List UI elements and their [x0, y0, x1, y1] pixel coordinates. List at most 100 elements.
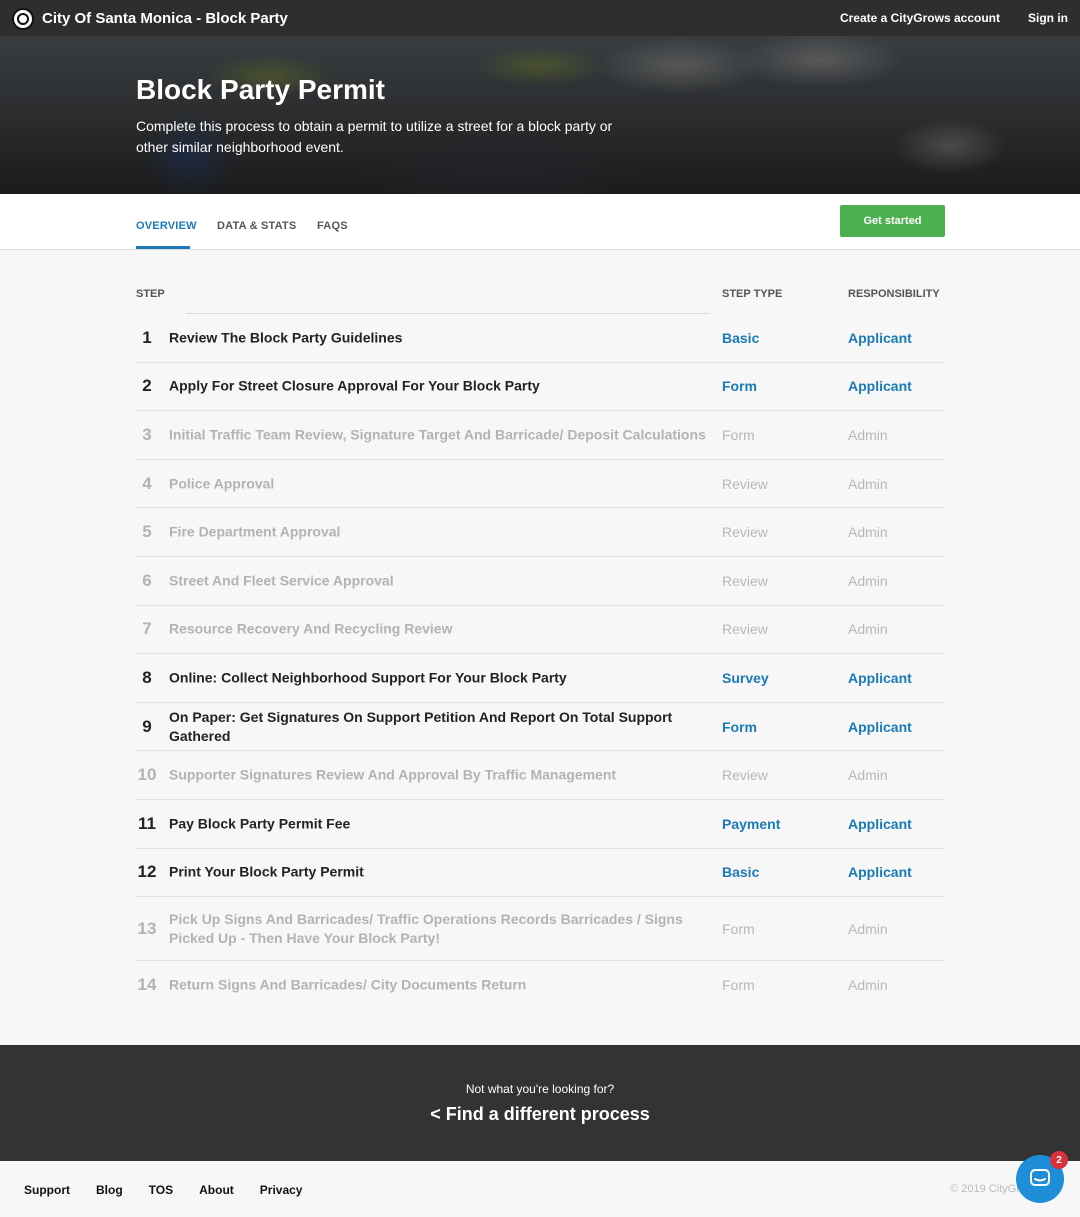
step-responsibility: Admin	[848, 621, 888, 638]
table-row[interactable]: 9 On Paper: Get Signatures On Support Pe…	[136, 703, 944, 752]
tab-overview[interactable]: OVERVIEW	[136, 220, 197, 232]
step-title: Initial Traffic Team Review, Signature T…	[169, 426, 706, 443]
step-type: Form	[722, 718, 757, 735]
step-responsibility: Applicant	[848, 864, 912, 881]
top-bar: City Of Santa Monica - Block Party Creat…	[0, 0, 1080, 36]
step-number: 6	[142, 570, 152, 590]
step-number: 4	[142, 473, 152, 493]
page-description: Complete this process to obtain a permit…	[136, 118, 613, 155]
step-type: Form	[722, 378, 757, 395]
step-responsibility: Admin	[848, 767, 888, 784]
footer: Support Blog TOS About Privacy © 2019 Ci…	[0, 1161, 1080, 1217]
table-row[interactable]: 14 Return Signs And Barricades/ City Doc…	[136, 961, 944, 1010]
header-step: STEP	[136, 288, 165, 300]
page-title: Block Party Permit	[136, 74, 385, 105]
create-account-link[interactable]: Create a CityGrows account	[840, 11, 1000, 25]
site-title[interactable]: City Of Santa Monica - Block Party	[42, 10, 288, 27]
table-row[interactable]: 1 Review The Block Party Guidelines Basi…	[136, 314, 944, 363]
step-responsibility: Applicant	[848, 378, 912, 395]
table-row[interactable]: 7 Resource Recovery And Recycling Review…	[136, 606, 944, 655]
step-type: Review	[722, 621, 768, 638]
step-title: Review The Block Party Guidelines	[169, 329, 403, 346]
step-number: 1	[142, 327, 152, 347]
footer-link-privacy[interactable]: Privacy	[260, 1183, 303, 1197]
tab-faqs[interactable]: FAQS	[317, 220, 348, 232]
footer-link-tos[interactable]: TOS	[149, 1183, 173, 1197]
step-responsibility: Admin	[848, 524, 888, 541]
active-tab-indicator	[136, 246, 190, 249]
step-responsibility: Admin	[848, 977, 888, 994]
header-step-type: STEP TYPE	[722, 288, 783, 300]
header-responsibility: RESPONSIBILITY	[848, 288, 940, 300]
step-type: Review	[722, 524, 768, 541]
sign-in-link[interactable]: Sign in	[1028, 11, 1068, 25]
tabs-bar: OVERVIEW DATA & STATS FAQS Get started	[0, 194, 1080, 250]
step-number: 9	[142, 716, 152, 736]
step-responsibility: Admin	[848, 572, 888, 589]
step-title: Street And Fleet Service Approval	[169, 572, 394, 589]
top-nav: Create a CityGrows account Sign in	[840, 11, 1068, 25]
step-title: Online: Collect Neighborhood Support For…	[169, 669, 567, 686]
footer-link-support[interactable]: Support	[24, 1183, 70, 1197]
city-seal-logo-icon[interactable]	[12, 8, 34, 30]
step-title: Pick Up Signs And Barricades/ Traffic Op…	[169, 910, 683, 946]
step-type: Form	[722, 920, 755, 937]
chat-bubble-icon	[1030, 1169, 1050, 1186]
step-number: 11	[138, 813, 156, 833]
step-type: Basic	[722, 329, 760, 346]
table-row[interactable]: 10 Supporter Signatures Review And Appro…	[136, 751, 944, 800]
table-row[interactable]: 3 Initial Traffic Team Review, Signature…	[136, 411, 944, 460]
step-type: Payment	[722, 815, 781, 832]
step-title: Supporter Signatures Review And Approval…	[169, 766, 617, 783]
chat-launcher-button[interactable]: 2	[1016, 1151, 1068, 1203]
step-responsibility: Admin	[848, 426, 888, 443]
table-header: STEP STEP TYPE RESPONSIBILITY	[136, 270, 944, 314]
step-responsibility: Applicant	[848, 669, 912, 686]
step-number: 13	[137, 918, 157, 938]
step-number: 7	[142, 619, 152, 639]
step-number: 12	[137, 862, 157, 882]
step-responsibility: Applicant	[848, 718, 912, 735]
tab-data-stats[interactable]: DATA & STATS	[217, 220, 296, 232]
step-number: 10	[137, 765, 157, 785]
table-row[interactable]: 11 Pay Block Party Permit Fee Payment Ap…	[136, 800, 944, 849]
step-type: Survey	[722, 669, 769, 686]
copyright-text: © 2019 CityGr	[950, 1183, 1020, 1195]
steps-table: STEP STEP TYPE RESPONSIBILITY 1 Review T…	[136, 270, 944, 1010]
unread-count-badge: 2	[1050, 1151, 1068, 1169]
step-title: Fire Department Approval	[169, 523, 341, 540]
step-responsibility: Admin	[848, 920, 888, 937]
step-responsibility: Admin	[848, 475, 888, 492]
table-row[interactable]: 5 Fire Department Approval Review Admin	[136, 508, 944, 557]
table-row[interactable]: 12 Print Your Block Party Permit Basic A…	[136, 849, 944, 898]
table-row[interactable]: 4 Police Approval Review Admin	[136, 460, 944, 509]
step-title: Return Signs And Barricades/ City Docume…	[169, 976, 527, 993]
step-number: 8	[142, 667, 152, 687]
find-different-process-link[interactable]: < Find a different process	[0, 1104, 1080, 1125]
step-title: Print Your Block Party Permit	[169, 863, 364, 880]
step-type: Form	[722, 977, 755, 994]
step-title: Apply For Street Closure Approval For Yo…	[169, 377, 540, 394]
table-row[interactable]: 6 Street And Fleet Service Approval Revi…	[136, 557, 944, 606]
step-title: Pay Block Party Permit Fee	[169, 815, 351, 832]
step-number: 5	[142, 522, 152, 542]
step-type: Review	[722, 572, 768, 589]
get-started-button[interactable]: Get started	[840, 205, 945, 237]
step-type: Review	[722, 475, 768, 492]
footer-link-about[interactable]: About	[199, 1183, 234, 1197]
step-type: Basic	[722, 864, 760, 881]
footer-link-blog[interactable]: Blog	[96, 1183, 123, 1197]
table-row[interactable]: 13 Pick Up Signs And Barricades/ Traffic…	[136, 897, 944, 962]
footer-links: Support Blog TOS About Privacy	[24, 1183, 302, 1197]
table-row[interactable]: 2 Apply For Street Closure Approval For …	[136, 363, 944, 412]
step-responsibility: Applicant	[848, 329, 912, 346]
step-number: 14	[137, 975, 157, 995]
find-process-band: Not what you're looking for? < Find a di…	[0, 1045, 1080, 1161]
step-type: Review	[722, 767, 768, 784]
table-row[interactable]: 8 Online: Collect Neighborhood Support F…	[136, 654, 944, 703]
hero-banner: Block Party Permit Complete this process…	[0, 36, 1080, 194]
step-title: Resource Recovery And Recycling Review	[169, 620, 453, 637]
step-number: 3	[142, 424, 152, 444]
not-looking-text: Not what you're looking for?	[465, 1082, 615, 1096]
step-type: Form	[722, 426, 755, 443]
